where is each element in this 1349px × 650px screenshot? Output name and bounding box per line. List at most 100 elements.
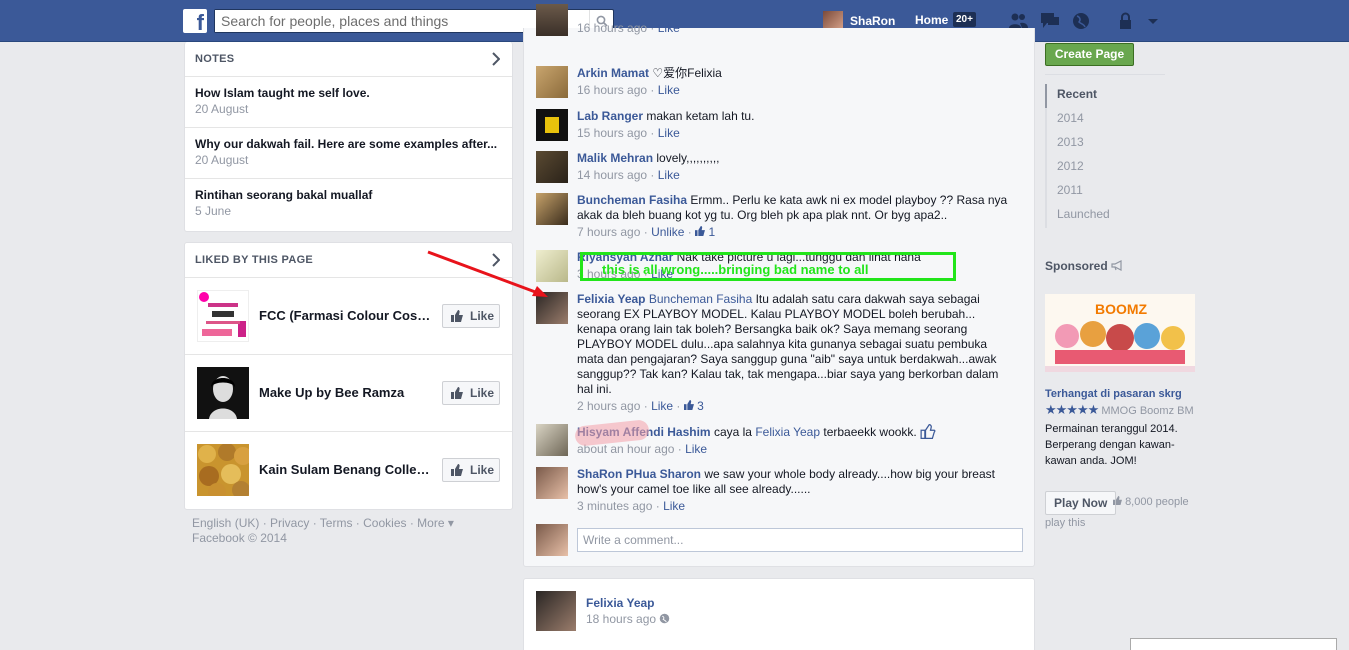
like-link[interactable]: Like bbox=[658, 83, 680, 97]
comment-meta: 16 hours ago · Like bbox=[577, 21, 680, 35]
commenter-name[interactable]: Felixia Yeap bbox=[577, 292, 646, 306]
comment-time[interactable]: 7 hours ago bbox=[577, 225, 640, 239]
star-rating: ★★★★★ bbox=[1045, 402, 1099, 417]
notes-heading: NOTES bbox=[195, 53, 235, 65]
like-link[interactable]: Like bbox=[658, 126, 680, 140]
ad-rating-text: MMOG Boomz BM bbox=[1101, 405, 1194, 417]
comment-pre: caya la bbox=[713, 425, 752, 439]
liked-page-name[interactable]: Make Up by Bee Ramza bbox=[259, 385, 435, 400]
comment: Buncheman Fasiha Ermm.. Perlu ke kata aw… bbox=[536, 193, 1011, 239]
thumbs-up-emoticon-icon bbox=[920, 423, 936, 439]
like-label: Like bbox=[470, 386, 495, 400]
thumbs-up-icon bbox=[451, 387, 463, 399]
like-button[interactable]: Like bbox=[442, 381, 500, 405]
feed-post: Felixia Yeap 18 hours ago bbox=[523, 578, 1035, 650]
avatar[interactable] bbox=[536, 66, 568, 98]
year-2011[interactable]: 2011 bbox=[1045, 180, 1110, 204]
avatar[interactable] bbox=[536, 4, 568, 36]
comment-input[interactable] bbox=[577, 528, 1023, 552]
note-date: 20 August bbox=[195, 102, 249, 116]
comment-time[interactable]: 16 hours ago bbox=[577, 21, 647, 35]
comment-time[interactable]: 16 hours ago bbox=[577, 83, 647, 97]
notifications-globe-icon[interactable] bbox=[1071, 12, 1091, 30]
comment-time[interactable]: 2 hours ago bbox=[577, 399, 640, 413]
like-link[interactable]: Like bbox=[658, 21, 680, 35]
facebook-logo[interactable]: f bbox=[183, 9, 207, 33]
avatar[interactable] bbox=[536, 591, 576, 631]
commenter-name[interactable]: Arkin Mamat bbox=[577, 66, 649, 80]
comment: Malik Mehran lovely,,,,,,,,,, 14 hours a… bbox=[536, 151, 1016, 183]
tagged-name[interactable]: Buncheman Fasiha bbox=[649, 292, 752, 306]
notes-header[interactable]: NOTES bbox=[185, 42, 512, 77]
comment-time[interactable]: 3 minutes ago bbox=[577, 499, 652, 513]
commenter-name[interactable]: Malik Mehran bbox=[577, 151, 653, 165]
year-launched[interactable]: Launched bbox=[1045, 204, 1110, 228]
comment: Felixia Yeap Buncheman Fasiha Itu adalah… bbox=[536, 292, 1011, 413]
year-2014[interactable]: 2014 bbox=[1045, 108, 1110, 132]
create-page-button[interactable]: Create Page bbox=[1045, 43, 1134, 66]
like-button[interactable]: Like bbox=[442, 458, 500, 482]
avatar[interactable] bbox=[536, 467, 568, 499]
note-item[interactable]: Why our dakwah fail. Here are some examp… bbox=[185, 128, 512, 179]
thumbs-up-icon bbox=[451, 310, 463, 322]
like-link[interactable]: Like bbox=[651, 399, 673, 413]
page-thumbnail[interactable] bbox=[197, 367, 249, 419]
comment-like-count[interactable]: 1 bbox=[695, 225, 715, 239]
ad-content: Terhangat di pasaran skrg ★★★★★ MMOG Boo… bbox=[1045, 386, 1205, 469]
divider bbox=[1045, 74, 1165, 75]
chevron-right-icon[interactable] bbox=[492, 52, 500, 66]
note-item[interactable]: How Islam taught me self love. 20 August bbox=[185, 77, 512, 128]
comment-text: makan ketam lah tu. bbox=[646, 109, 755, 123]
like-count: 1 bbox=[708, 225, 716, 239]
note-item[interactable]: Rintihan seorang bakal muallaf 5 June bbox=[185, 179, 512, 230]
note-title: How Islam taught me self love. bbox=[195, 86, 370, 100]
ad-title[interactable]: Terhangat di pasaran skrg bbox=[1045, 386, 1205, 402]
chat-tab[interactable] bbox=[1130, 638, 1337, 650]
like-link[interactable]: Like bbox=[685, 442, 707, 456]
liked-page-name[interactable]: Kain Sulam Benang Collection bbox=[259, 462, 435, 477]
like-link[interactable]: Like bbox=[663, 499, 685, 513]
globe-privacy-icon[interactable] bbox=[659, 613, 670, 624]
ad-count-suffix: play this bbox=[1045, 517, 1086, 529]
avatar[interactable] bbox=[536, 109, 568, 141]
like-link[interactable]: Like bbox=[658, 168, 680, 182]
settings-arrow-icon[interactable] bbox=[1146, 12, 1160, 30]
note-date: 20 August bbox=[195, 153, 249, 167]
footer-copyright: Facebook © 2014 bbox=[192, 531, 287, 545]
comment-like-count[interactable]: 3 bbox=[683, 399, 704, 413]
avatar[interactable] bbox=[536, 424, 568, 456]
page-thumbnail[interactable] bbox=[197, 443, 252, 501]
like-label: Like bbox=[470, 309, 495, 323]
liked-page-item: Make Up by Bee Ramza Like bbox=[185, 355, 512, 432]
liked-page-name[interactable]: FCC (Farmasi Colour Cosmetics) bbox=[259, 308, 435, 323]
year-recent[interactable]: Recent bbox=[1045, 84, 1110, 108]
unlike-link[interactable]: Unlike bbox=[651, 225, 684, 239]
timeline-years-nav: Recent 2014 2013 2012 2011 Launched bbox=[1045, 84, 1110, 228]
ad-image[interactable]: BOOMZ bbox=[1045, 294, 1195, 372]
comment-time[interactable]: 15 hours ago bbox=[577, 126, 647, 140]
comment-time[interactable]: 14 hours ago bbox=[577, 168, 647, 182]
tagged-name[interactable]: Felixia Yeap bbox=[755, 425, 820, 439]
commenter-name[interactable]: Lab Ranger bbox=[577, 109, 643, 123]
year-2013[interactable]: 2013 bbox=[1045, 132, 1110, 156]
like-button[interactable]: Like bbox=[442, 304, 500, 328]
play-now-button[interactable]: Play Now bbox=[1045, 491, 1117, 515]
commenter-name[interactable]: ShaRon PHua Sharon bbox=[577, 467, 701, 481]
avatar[interactable] bbox=[536, 193, 568, 225]
note-title: Why our dakwah fail. Here are some examp… bbox=[195, 137, 498, 151]
sponsored-label: Sponsored bbox=[1045, 259, 1108, 273]
left-footer: English (UK) · Privacy · Terms · Cookies… bbox=[192, 516, 454, 546]
ad-description: Permainan teranggul 2014. Berperang deng… bbox=[1045, 423, 1178, 467]
avatar[interactable] bbox=[536, 151, 568, 183]
post-author[interactable]: Felixia Yeap bbox=[586, 596, 655, 610]
post-time[interactable]: 18 hours ago bbox=[586, 612, 656, 626]
page-thumbnail[interactable] bbox=[197, 290, 249, 342]
comment-text: terbaeekk wookk. bbox=[823, 425, 917, 439]
sponsored-heading: Sponsored bbox=[1045, 259, 1124, 273]
privacy-lock-icon[interactable] bbox=[1117, 12, 1137, 30]
messages-icon[interactable] bbox=[1040, 12, 1060, 30]
comment: Arkin Mamat ♡爱你Felixia 16 hours ago · Li… bbox=[536, 66, 1016, 98]
commenter-name[interactable]: Buncheman Fasiha bbox=[577, 193, 687, 207]
year-2012[interactable]: 2012 bbox=[1045, 156, 1110, 180]
footer-links[interactable]: English (UK) · Privacy · Terms · Cookies… bbox=[192, 516, 454, 531]
